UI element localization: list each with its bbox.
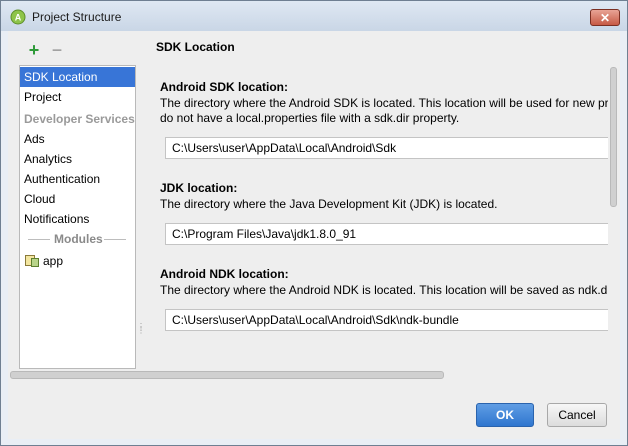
minus-icon: − <box>51 40 63 60</box>
close-button[interactable]: ✕ <box>590 9 620 26</box>
modules-separator: Modules <box>20 230 135 248</box>
sidebar-item-ads[interactable]: Ads <box>20 129 135 149</box>
remove-button[interactable]: − <box>49 40 65 60</box>
dialog-body: + − SDK Location Project Developer Servi… <box>8 31 620 439</box>
module-label: app <box>43 254 64 268</box>
sidebar: SDK Location Project Developer Services … <box>19 65 136 369</box>
sidebar-item-cloud[interactable]: Cloud <box>20 189 135 209</box>
sidebar-header-developer-services: Developer Services <box>24 112 135 126</box>
android-sdk-description-line2: do not have a local.properties file with… <box>160 111 460 125</box>
android-ndk-path-field[interactable]: C:\Users\user\AppData\Local\Android\Sdk\… <box>165 309 608 331</box>
plus-icon: + <box>28 40 40 60</box>
android-sdk-path-field[interactable]: C:\Users\user\AppData\Local\Android\Sdk <box>165 137 608 159</box>
jdk-path-field[interactable]: C:\Program Files\Java\jdk1.8.0_91 <box>165 223 608 245</box>
svg-text:A: A <box>15 13 22 23</box>
splitter-handle[interactable]: ⋮ ⋮ <box>137 323 145 339</box>
add-button[interactable]: + <box>26 40 42 60</box>
title-bar[interactable]: A Project Structure ✕ <box>1 1 627 31</box>
ok-button[interactable]: OK <box>476 403 534 427</box>
android-ndk-title: Android NDK location: <box>160 267 289 281</box>
close-icon: ✕ <box>599 11 611 25</box>
android-sdk-description-line1: The directory where the Android SDK is l… <box>160 96 608 110</box>
separator-line <box>104 239 126 240</box>
window-title: Project Structure <box>32 10 122 24</box>
modules-header: Modules <box>54 232 103 246</box>
project-structure-dialog: A Project Structure ✕ + − SDK Location P… <box>0 0 628 446</box>
vertical-scrollbar[interactable] <box>609 65 619 369</box>
separator-line <box>28 239 50 240</box>
android-ndk-description: The directory where the Android NDK is l… <box>160 283 608 297</box>
jdk-description: The directory where the Java Development… <box>160 197 498 211</box>
android-studio-icon: A <box>10 9 26 25</box>
horizontal-scrollbar[interactable] <box>8 370 444 380</box>
page-title: SDK Location <box>156 40 235 54</box>
sidebar-item-sdk-location[interactable]: SDK Location <box>20 67 135 87</box>
sidebar-item-authentication[interactable]: Authentication <box>20 169 135 189</box>
sidebar-item-analytics[interactable]: Analytics <box>20 149 135 169</box>
horizontal-scroll-thumb[interactable] <box>10 371 444 379</box>
sidebar-item-project[interactable]: Project <box>20 87 135 107</box>
sdk-location-panel: Android SDK location: The directory wher… <box>156 65 608 369</box>
jdk-title: JDK location: <box>160 181 238 195</box>
cancel-button[interactable]: Cancel <box>547 403 607 427</box>
sidebar-item-app-module[interactable]: app <box>20 251 135 271</box>
vertical-scroll-thumb[interactable] <box>610 67 617 207</box>
android-sdk-title: Android SDK location: <box>160 80 288 94</box>
module-folder-icon <box>25 255 39 267</box>
sidebar-item-notifications[interactable]: Notifications <box>20 209 135 229</box>
